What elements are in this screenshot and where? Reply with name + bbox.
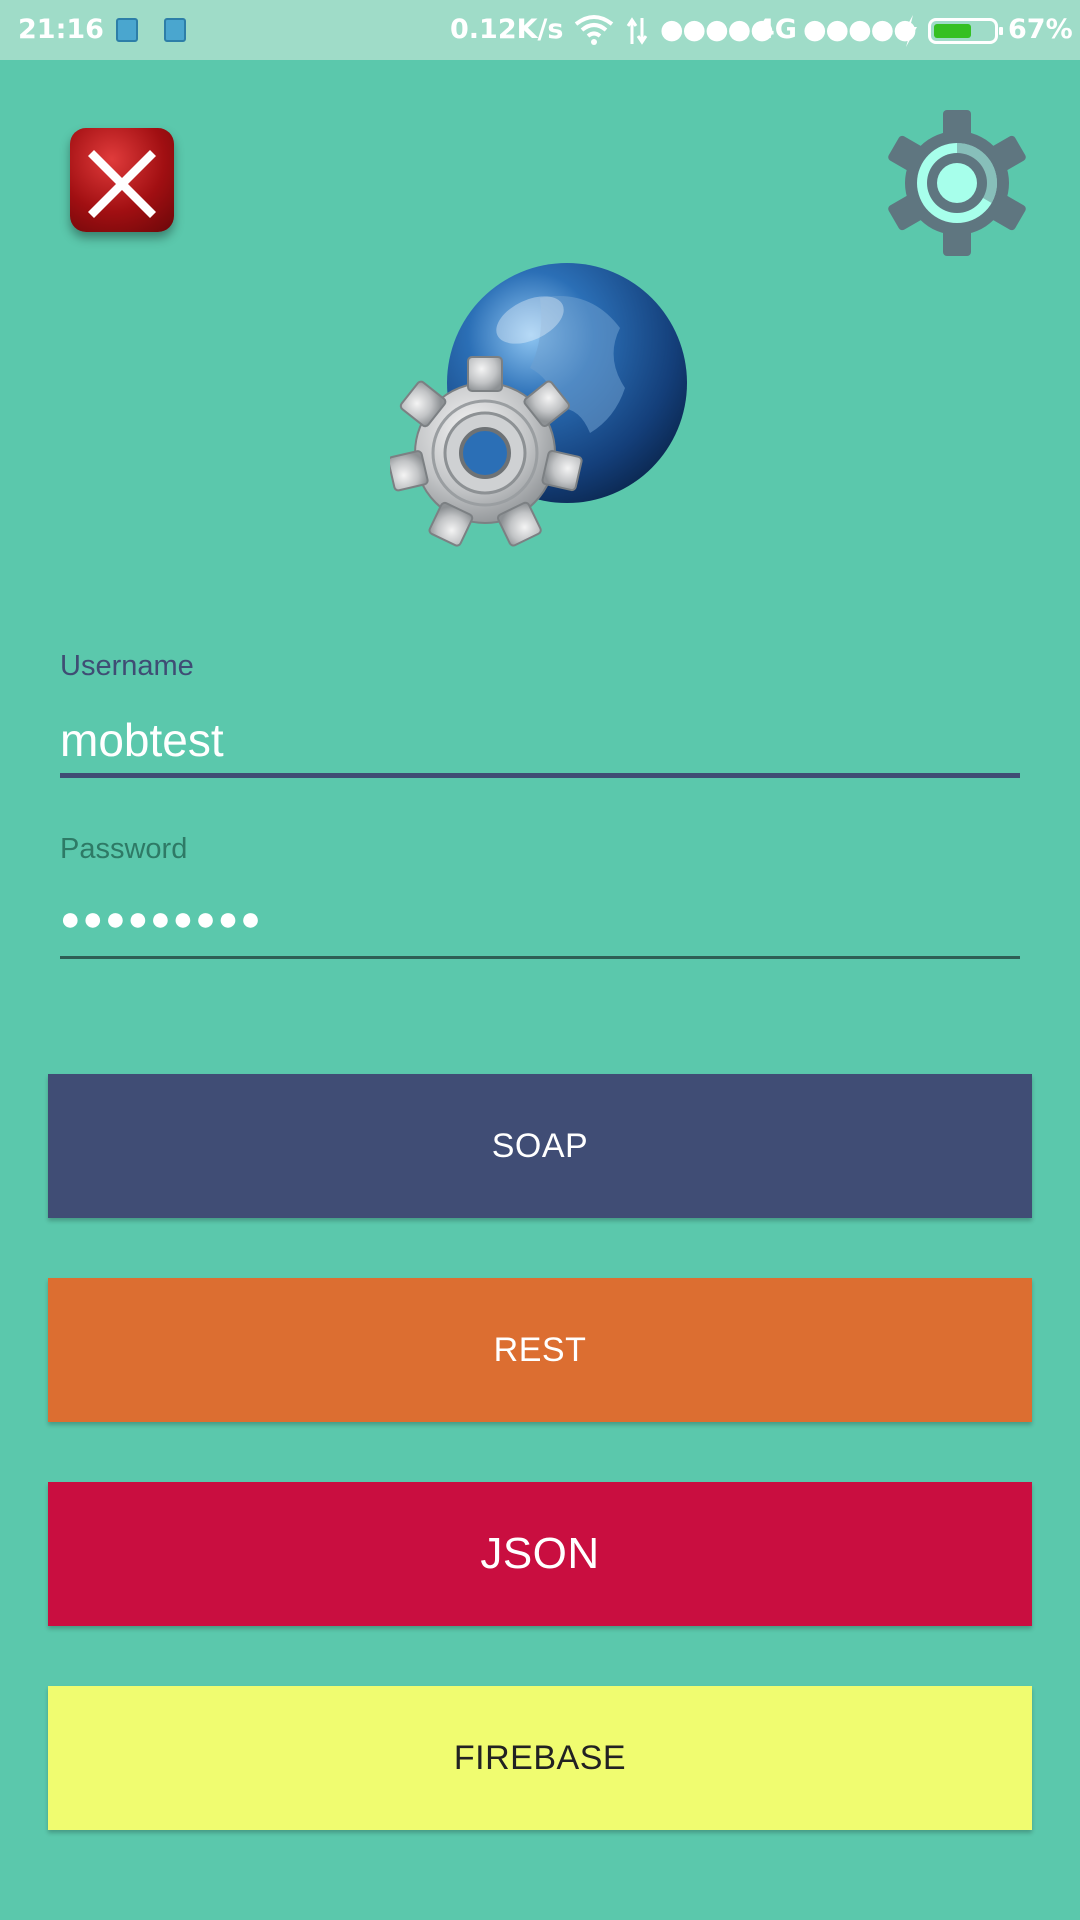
firebase-button[interactable]: FIREBASE: [48, 1686, 1032, 1830]
password-underline: [60, 956, 1020, 959]
data-transfer-icon: [626, 17, 648, 45]
battery-percent: 67%: [1008, 14, 1073, 45]
network-type: 4G: [756, 14, 797, 45]
soap-button[interactable]: SOAP: [48, 1074, 1032, 1218]
status-time: 21:16: [18, 14, 104, 45]
username-label: Username: [60, 650, 194, 682]
sim-card-icon: [164, 18, 186, 42]
signal-strength-2: ●●●●●: [803, 14, 917, 45]
password-input[interactable]: [60, 890, 1020, 948]
close-button[interactable]: [70, 128, 174, 232]
network-speed: 0.12K/s: [450, 14, 564, 45]
settings-gear-icon[interactable]: [886, 110, 1028, 256]
status-bar: 21:16 0.12K/s ●●●●● 4G ●●●●● 67%: [0, 0, 1080, 60]
battery-icon: [928, 18, 1003, 44]
charging-bolt-icon: [903, 15, 917, 47]
sim-card-icon: [116, 18, 138, 42]
username-input[interactable]: [60, 710, 1020, 770]
rest-button[interactable]: REST: [48, 1278, 1032, 1422]
wifi-icon: [574, 15, 614, 45]
username-underline: [60, 773, 1020, 778]
close-icon: [88, 150, 156, 218]
globe-gear-logo: [390, 263, 687, 547]
battery-fill: [934, 24, 971, 38]
password-label: Password: [60, 833, 188, 865]
json-button[interactable]: JSON: [48, 1482, 1032, 1626]
